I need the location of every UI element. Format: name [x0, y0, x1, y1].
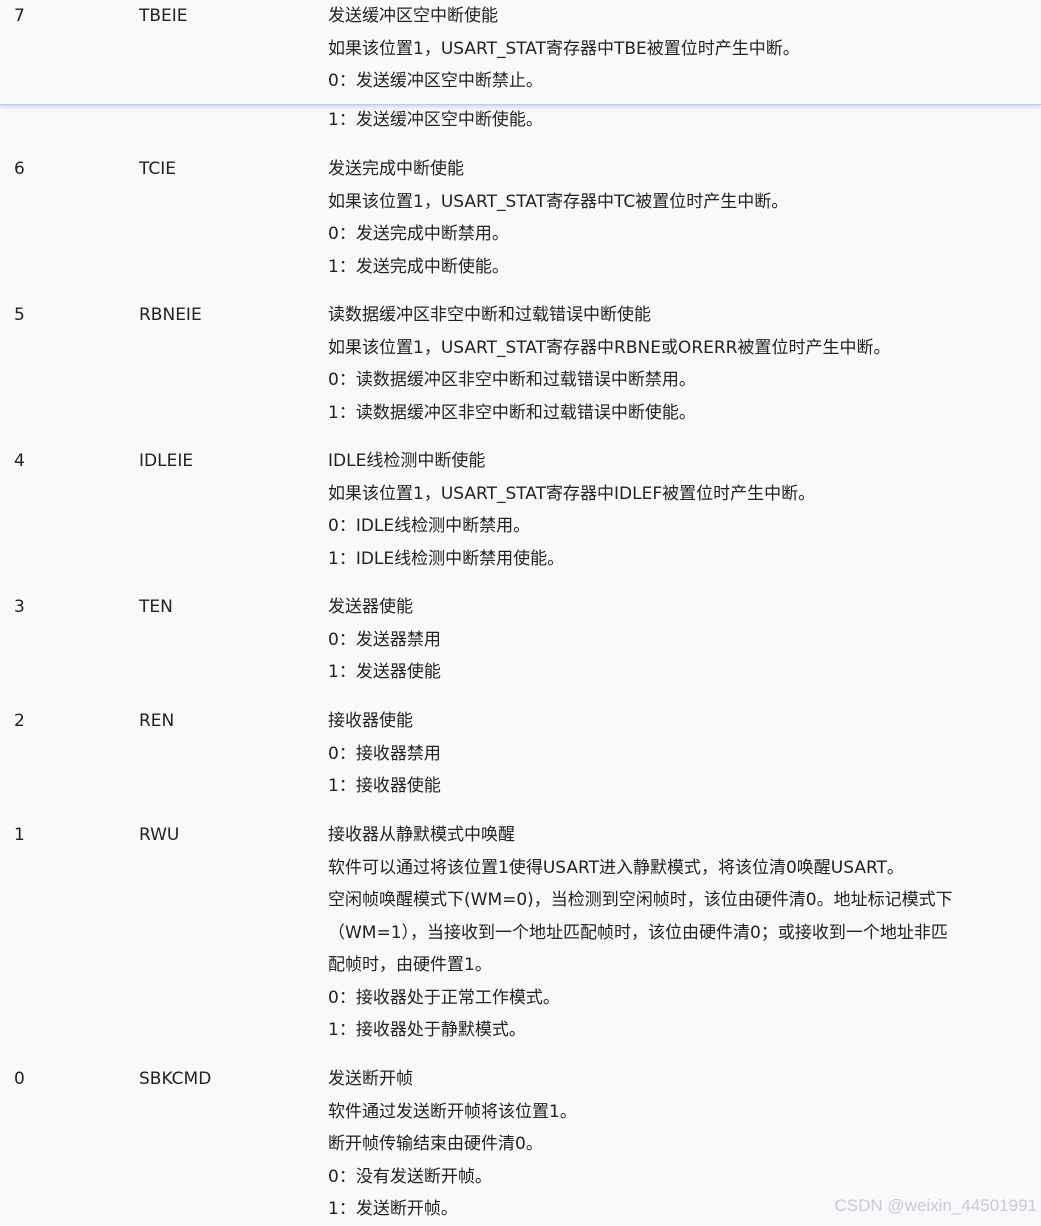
field-name: TBEIE [139, 6, 188, 26]
desc-line: 软件可以通过将该位置1使得USART进入静默模式，将该位清0唤醒USART。 [328, 857, 904, 878]
field-name: TEN [139, 597, 173, 617]
desc-line: 接收器使能 [328, 711, 413, 731]
desc-line: 1：IDLE线检测中断禁用使能。 [328, 548, 565, 569]
field-description: IDLE线检测中断使能 如果该位置1，USART_STAT寄存器中IDLEF被置… [328, 445, 1018, 575]
bit-number: 6 [14, 159, 25, 179]
watermark: CSDN @weixin_44501991 [834, 1196, 1037, 1215]
bit-number: 7 [14, 6, 25, 26]
field-name: REN [139, 711, 175, 731]
desc-line: 如果该位置1，USART_STAT寄存器中TC被置位时产生中断。 [328, 191, 789, 212]
field-description: 发送器使能 0：发送器禁用 1：发送器使能 [328, 591, 1018, 689]
desc-line: 如果该位置1，USART_STAT寄存器中IDLEF被置位时产生中断。 [328, 483, 816, 504]
desc-line: 如果该位置1，USART_STAT寄存器中RBNE或ORERR被置位时产生中断。 [328, 337, 891, 358]
field-description: 接收器使能 0：接收器禁用 1：接收器使能 [328, 705, 1018, 803]
field-name: IDLEIE [139, 451, 194, 471]
register-row-bit7: 7 TBEIE 发送缓冲区空中断使能 如果该位置1，USART_STAT寄存器中… [0, 0, 1041, 140]
desc-line: 0：接收器处于正常工作模式。 [328, 987, 560, 1008]
bit-number: 5 [14, 305, 25, 325]
desc-line: 读数据缓冲区非空中断和过载错误中断使能 [328, 305, 651, 325]
bit-number: 4 [14, 451, 25, 471]
desc-line: 发送器使能 [328, 597, 413, 617]
field-name: RBNEIE [139, 305, 202, 325]
desc-line: 发送断开帧 [328, 1069, 413, 1089]
desc-line: 1：发送器使能 [328, 662, 441, 682]
desc-line: 1：读数据缓冲区非空中断和过载错误中断使能。 [328, 402, 696, 423]
desc-line: 配帧时，由硬件置1。 [328, 955, 492, 975]
desc-line: 1：接收器使能 [328, 776, 441, 796]
desc-line: 空闲帧唤醒模式下(WM=0)，当检测到空闲帧时，该位由硬件清0。地址标记模式下 [328, 890, 953, 910]
desc-line: 发送缓冲区空中断使能 [328, 6, 498, 26]
field-name: TCIE [139, 159, 177, 179]
bit-number: 3 [14, 597, 25, 617]
desc-line: 0：接收器禁用 [328, 743, 441, 764]
bit-number: 1 [14, 825, 25, 845]
desc-line: （WM=1），当接收到一个地址匹配帧时，该位由硬件清0；或接收到一个地址非匹 [328, 922, 948, 943]
desc-line: 0：读数据缓冲区非空中断和过载错误中断禁用。 [328, 370, 696, 390]
desc-line: 0：发送完成中断禁用。 [328, 224, 509, 244]
desc-line: 1：接收器处于静默模式。 [328, 1020, 526, 1040]
desc-line: 接收器从静默模式中唤醒 [328, 825, 515, 845]
desc-line: 0：没有发送断开帧。 [328, 1166, 492, 1187]
field-description: 发送完成中断使能 如果该位置1，USART_STAT寄存器中TC被置位时产生中断… [328, 153, 1018, 283]
desc-line: 发送完成中断使能 [328, 159, 464, 179]
desc-line: 1：发送完成中断使能。 [328, 256, 509, 277]
desc-line: 0：发送器禁用 [328, 629, 441, 650]
field-description: 发送缓冲区空中断使能 如果该位置1，USART_STAT寄存器中TBE被置位时产… [328, 0, 1018, 98]
field-description: 接收器从静默模式中唤醒 软件可以通过将该位置1使得USART进入静默模式，将该位… [328, 819, 1018, 1047]
bit-number: 2 [14, 711, 25, 731]
desc-line: 0：IDLE线检测中断禁用。 [328, 516, 531, 536]
field-name: RWU [139, 825, 180, 845]
bit-number: 0 [14, 1069, 25, 1089]
desc-line: IDLE线检测中断使能 [328, 451, 486, 471]
desc-line: 断开帧传输结束由硬件清0。 [328, 1134, 543, 1154]
desc-line: 如果该位置1，USART_STAT寄存器中TBE被置位时产生中断。 [328, 38, 800, 59]
field-name: SBKCMD [139, 1069, 212, 1089]
desc-line: 软件通过发送断开帧将该位置1。 [328, 1101, 577, 1122]
desc-line: 0：发送缓冲区空中断禁止。 [328, 71, 543, 91]
field-description: 读数据缓冲区非空中断和过载错误中断使能 如果该位置1，USART_STAT寄存器… [328, 299, 1018, 429]
